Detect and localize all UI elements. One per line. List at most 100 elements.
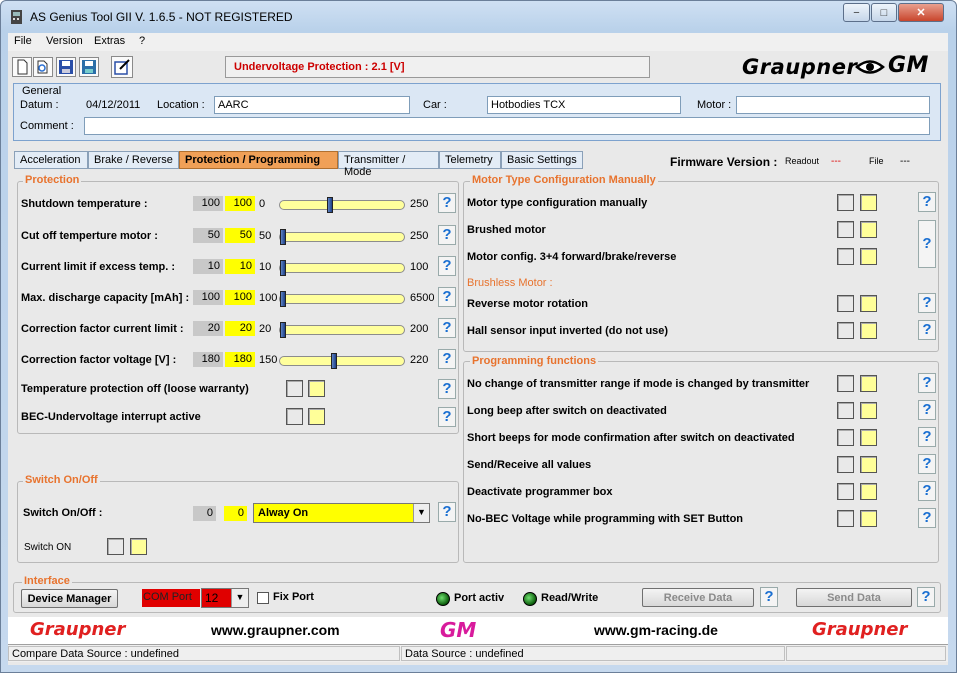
chevron-down-icon[interactable]: ▼ (231, 589, 248, 607)
help-button[interactable]: ? (438, 502, 456, 522)
help-button[interactable]: ? (438, 318, 456, 338)
menu-file[interactable]: File (14, 35, 32, 47)
protection-slider-track[interactable] (279, 325, 405, 335)
edit-data-button[interactable] (111, 56, 133, 78)
programming-readout-checkbox (837, 402, 854, 419)
protection-slider-thumb[interactable] (280, 322, 286, 338)
brushless-title: Brushless Motor : (467, 277, 553, 289)
help-button[interactable]: ? (918, 192, 936, 212)
save-as-button[interactable] (79, 57, 99, 77)
protection-row-label: Correction factor current limit : (21, 323, 184, 335)
switch-mode-select[interactable]: Alway On (253, 503, 430, 523)
tab-acceleration[interactable]: Acceleration (14, 151, 88, 169)
car-input[interactable]: Hotbodies TCX (487, 96, 681, 114)
comment-input[interactable] (84, 117, 930, 135)
menu-version[interactable]: Version (46, 35, 83, 47)
switch-on-readout-checkbox (107, 538, 124, 555)
programming-checkbox[interactable] (860, 456, 877, 473)
close-button[interactable]: ✕ (898, 3, 944, 22)
help-button[interactable]: ? (438, 225, 456, 245)
chevron-down-icon[interactable]: ▼ (413, 504, 429, 522)
motor-label: Motor : (697, 99, 732, 111)
programming-checkbox[interactable] (860, 402, 877, 419)
help-button[interactable]: ? (918, 481, 936, 501)
protection-slider-thumb[interactable] (330, 353, 337, 369)
tab-telemetry[interactable]: Telemetry (439, 151, 501, 169)
protection-slider-track[interactable] (279, 356, 405, 366)
fix-port-label: Fix Port (273, 591, 314, 603)
tab-basic-settings[interactable]: Basic Settings (501, 151, 583, 169)
tab-brake-reverse[interactable]: Brake / Reverse (88, 151, 179, 169)
brushless-row-label: Hall sensor input inverted (do not use) (467, 325, 669, 337)
help-button[interactable]: ? (760, 587, 778, 607)
protection-set-value: 100 (225, 290, 255, 305)
help-button[interactable]: ? (438, 287, 456, 307)
protection-slider-track[interactable] (279, 263, 405, 273)
help-button[interactable]: ? (918, 508, 936, 528)
protection-max-value: 200 (410, 323, 429, 335)
edit-data-icon (114, 59, 130, 75)
send-data-button[interactable]: Send Data (796, 588, 912, 607)
help-button[interactable]: ? (918, 400, 936, 420)
help-button[interactable]: ? (917, 587, 935, 607)
tab-protection-programming[interactable]: Protection / Programming (179, 151, 338, 169)
save-button[interactable] (56, 57, 76, 77)
protection-slider-track[interactable] (279, 232, 405, 242)
protection-slider-thumb[interactable] (280, 291, 286, 307)
help-button[interactable]: ? (918, 320, 936, 340)
programming-checkbox[interactable] (860, 375, 877, 392)
device-manager-button[interactable]: Device Manager (21, 589, 118, 608)
programming-checkbox[interactable] (860, 483, 877, 500)
motor-type-checkbox[interactable] (860, 248, 877, 265)
motor-type-checkbox[interactable] (860, 221, 877, 238)
protection-readout-value: 50 (193, 228, 223, 243)
programming-row-label: No-BEC Voltage while programming with SE… (467, 513, 744, 525)
footer-url-gm[interactable]: www.gm-racing.de (594, 622, 718, 638)
location-input[interactable]: AARC (214, 96, 410, 114)
footer-url-graupner[interactable]: www.graupner.com (211, 622, 340, 638)
protection-slider-thumb[interactable] (327, 197, 334, 213)
temp-protection-off-checkbox[interactable] (308, 380, 325, 397)
port-activ-led (436, 592, 450, 606)
help-button[interactable]: ? (438, 407, 456, 427)
protection-set-value: 20 (225, 321, 255, 336)
bec-undervoltage-checkbox[interactable] (308, 408, 325, 425)
help-button[interactable]: ? (918, 293, 936, 313)
help-button[interactable]: ? (438, 379, 456, 399)
menu-help[interactable]: ? (139, 35, 145, 47)
programming-row-label: Deactivate programmer box (467, 486, 613, 498)
motor-input[interactable] (736, 96, 930, 114)
new-file-button[interactable] (12, 57, 32, 77)
help-button[interactable]: ? (918, 373, 936, 393)
programming-checkbox[interactable] (860, 510, 877, 527)
protection-slider-thumb[interactable] (280, 229, 286, 245)
protection-slider-thumb[interactable] (280, 260, 286, 276)
minimize-button[interactable]: − (843, 3, 870, 22)
protection-slider-track[interactable] (279, 294, 405, 304)
receive-data-button[interactable]: Receive Data (642, 588, 754, 607)
firmware-file-value: --- (900, 156, 910, 167)
help-button[interactable]: ? (438, 256, 456, 276)
help-button[interactable]: ? (438, 193, 456, 213)
switch-set-value: 0 (224, 506, 247, 521)
protection-row-label: Cut off temperture motor : (21, 230, 158, 242)
motor-type-readout-checkbox (837, 194, 854, 211)
maximize-button[interactable]: □ (871, 3, 897, 22)
open-file-button[interactable] (33, 57, 53, 77)
brushless-checkbox[interactable] (860, 295, 877, 312)
programming-checkbox[interactable] (860, 429, 877, 446)
switch-on-checkbox[interactable] (130, 538, 147, 555)
help-button[interactable]: ? (438, 349, 456, 369)
motor-type-checkbox[interactable] (860, 194, 877, 211)
brushless-row-label: Reverse motor rotation (467, 298, 589, 310)
brushless-checkbox[interactable] (860, 322, 877, 339)
help-button[interactable]: ? (918, 220, 936, 268)
help-button[interactable]: ? (918, 454, 936, 474)
tab-transmitter-mode[interactable]: Transmitter / Mode (338, 151, 439, 178)
menu-extras[interactable]: Extras (94, 35, 125, 47)
firmware-readout-label: Readout (785, 156, 820, 166)
gm-logo: GM (888, 53, 929, 78)
fix-port-checkbox[interactable] (257, 592, 269, 604)
protection-slider-track[interactable] (279, 200, 405, 210)
help-button[interactable]: ? (918, 427, 936, 447)
